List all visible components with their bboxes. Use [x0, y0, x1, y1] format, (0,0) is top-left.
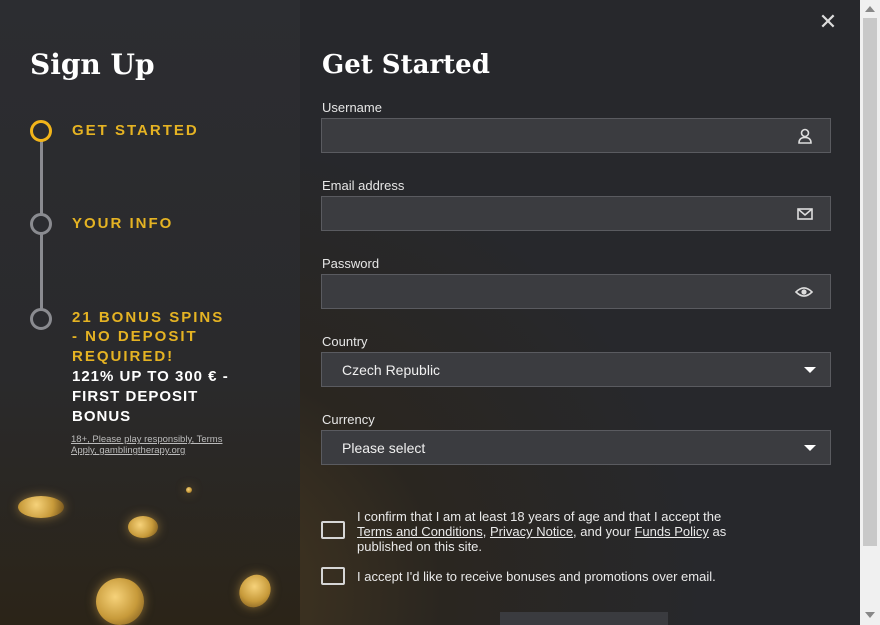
deposit-bonus-text: 121% UP TO 300 € - — [72, 368, 229, 385]
funds-policy-link[interactable]: Funds Policy — [634, 524, 708, 539]
close-icon[interactable]: ✕ — [818, 11, 838, 33]
signup-modal: Sign Up GET STARTED YOUR INFO 21 BONUS S… — [0, 0, 860, 625]
casino-chip-decoration — [128, 516, 158, 538]
age-terms-checkbox[interactable] — [321, 521, 345, 539]
email-label: Email address — [322, 178, 405, 193]
fine-print-line[interactable]: Apply, gamblingtherapy.org — [71, 445, 185, 456]
username-label: Username — [322, 100, 382, 115]
chevron-down-icon — [804, 367, 816, 373]
step-indicator-bonus — [30, 308, 52, 330]
step-indicator-your-info — [30, 213, 52, 235]
terms-link[interactable]: Terms and Conditions — [357, 524, 483, 539]
step-label-bonus: REQUIRED! — [72, 348, 175, 365]
step-indicator-get-started — [30, 120, 52, 142]
currency-select[interactable]: Please select — [321, 430, 831, 465]
deposit-bonus-text: FIRST DEPOSIT — [72, 388, 199, 405]
username-input[interactable] — [321, 118, 831, 153]
country-label: Country — [322, 334, 368, 349]
scroll-down-icon[interactable] — [865, 612, 875, 618]
password-input[interactable] — [321, 274, 831, 309]
scroll-thumb[interactable] — [863, 18, 877, 546]
submit-button-partial[interactable] — [500, 612, 668, 625]
marketing-text: I accept I'd like to receive bonuses and… — [357, 569, 716, 584]
country-value: Czech Republic — [342, 362, 441, 378]
chevron-down-icon — [804, 445, 816, 451]
password-label: Password — [322, 256, 380, 271]
step-label-your-info: YOUR INFO — [72, 215, 174, 232]
casino-chip-decoration — [18, 496, 64, 518]
age-terms-text: I confirm that I am at least 18 years of… — [357, 509, 727, 554]
responsible-gambling-note[interactable]: 18+, Please play responsibly, Terms Appl… — [71, 434, 261, 456]
currency-value: Please select — [342, 440, 426, 456]
casino-chip-decoration — [96, 578, 144, 625]
sidebar-title: Sign Up — [30, 48, 155, 81]
privacy-link[interactable]: Privacy Notice — [490, 524, 573, 539]
email-input[interactable] — [321, 196, 831, 231]
vertical-scrollbar[interactable] — [860, 0, 880, 625]
age-terms-line: I confirm that I am at least 18 years of… — [357, 509, 722, 524]
country-select[interactable]: Czech Republic — [321, 352, 831, 387]
marketing-checkbox[interactable] — [321, 567, 345, 585]
scroll-up-icon[interactable] — [865, 6, 875, 12]
eye-icon[interactable] — [794, 284, 814, 300]
deposit-bonus-text: BONUS — [72, 408, 132, 425]
user-icon — [798, 128, 812, 144]
form-title: Get Started — [322, 50, 490, 80]
age-terms-line: published on this site. — [357, 539, 483, 554]
currency-label: Currency — [322, 412, 375, 427]
step-label-bonus: - NO DEPOSIT — [72, 328, 198, 345]
envelope-icon — [797, 208, 813, 220]
fine-print-line[interactable]: 18+, Please play responsibly, Terms — [71, 434, 222, 445]
casino-chip-decoration — [186, 487, 192, 493]
step-label-bonus: 21 BONUS SPINS — [72, 309, 225, 326]
step-label-get-started: GET STARTED — [72, 122, 199, 139]
